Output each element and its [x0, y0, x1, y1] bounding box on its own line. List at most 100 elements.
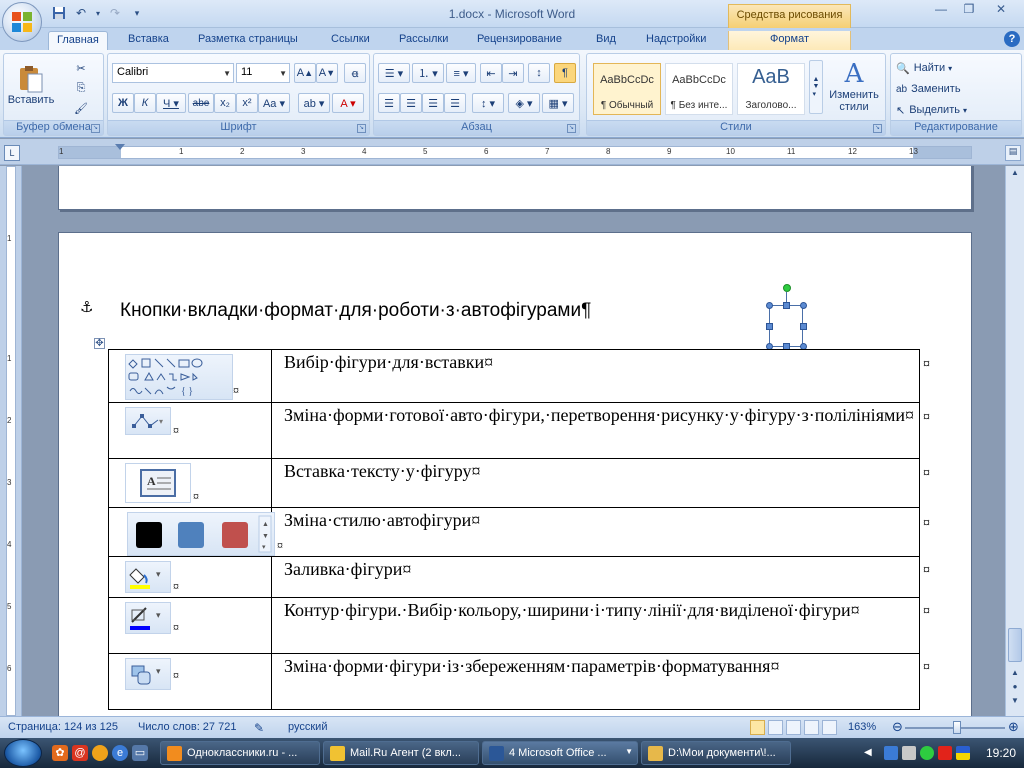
quick-launch-icon[interactable]: ✿	[52, 745, 68, 761]
first-line-indent-marker[interactable]	[115, 144, 125, 150]
volume-icon[interactable]	[902, 746, 916, 760]
table-cell-icon[interactable]: ▲ ▼ ▾ ¤	[108, 507, 283, 557]
change-styles-button[interactable]: A Изменить стили	[825, 56, 883, 116]
chrome-icon[interactable]	[92, 745, 108, 761]
selected-shape[interactable]	[769, 305, 803, 347]
tab-mailings[interactable]: Рассылки	[391, 31, 456, 50]
rotation-handle[interactable]	[783, 284, 791, 292]
tray-expand-icon[interactable]: ◀	[864, 747, 878, 761]
tab-view[interactable]: Вид	[588, 31, 624, 50]
styles-scroll-icon[interactable]: ▲ ▼ ▾	[809, 60, 823, 114]
cut-icon[interactable]: ✂	[70, 58, 92, 78]
style-normal[interactable]: AaBbCcDc ¶ Обычный	[593, 63, 661, 115]
font-launcher-icon[interactable]: ↘	[357, 124, 366, 133]
font-color-icon[interactable]: A ▾	[332, 93, 364, 113]
font-size-combo[interactable]: 11 ▼	[236, 63, 290, 83]
tab-review[interactable]: Рецензирование	[469, 31, 570, 50]
multilevel-list-icon[interactable]: ≡ ▾	[446, 63, 476, 83]
mail-quick-launch-icon[interactable]: @	[72, 745, 88, 761]
zoom-level[interactable]: 163%	[848, 721, 876, 733]
resize-handle[interactable]	[783, 302, 790, 309]
tab-format[interactable]: Формат	[728, 31, 851, 50]
proofing-icon[interactable]: ✎	[254, 721, 264, 735]
word-count[interactable]: Число слов: 27 721	[138, 721, 236, 733]
table-cell-icon[interactable]: ▾ ¤	[108, 597, 272, 654]
minimize-icon[interactable]: —	[930, 2, 952, 18]
shrink-font-icon[interactable]: A ▼	[316, 63, 338, 83]
prev-page-icon[interactable]: ▲	[1008, 668, 1022, 682]
help-icon[interactable]: ?	[1004, 31, 1020, 47]
decrease-indent-icon[interactable]: ⇤	[480, 63, 502, 83]
restore-icon[interactable]: ❐	[958, 2, 980, 18]
icq-icon[interactable]	[920, 746, 934, 760]
table-move-handle[interactable]: ✥	[94, 338, 105, 349]
clock[interactable]: 19:20	[986, 746, 1016, 760]
tab-addins[interactable]: Надстройки	[638, 31, 714, 50]
table-cell-text[interactable]: Зміна·форми·готової·авто·фігури,·перетво…	[270, 402, 921, 459]
vertical-scrollbar[interactable]: ▲ ▲ ● ▼	[1005, 166, 1024, 716]
strikethrough-icon[interactable]: abe	[188, 93, 214, 113]
increase-indent-icon[interactable]: ⇥	[502, 63, 524, 83]
taskbar-item[interactable]: 4 Microsoft Office ... ▼	[482, 741, 638, 765]
vertical-ruler[interactable]: 1 1 2 3 4 5 6	[0, 166, 22, 716]
style-no-spacing[interactable]: AaBbCcDc ¶ Без инте...	[665, 63, 733, 115]
tab-references[interactable]: Ссылки	[323, 31, 378, 50]
subscript-icon[interactable]: x₂	[214, 93, 236, 113]
table-cell-icon[interactable]: { } ¤	[108, 349, 272, 403]
styles-launcher-icon[interactable]: ↘	[873, 124, 882, 133]
shading-icon[interactable]: ◈ ▾	[508, 93, 540, 113]
web-layout-icon[interactable]	[786, 720, 801, 735]
view-ruler-icon[interactable]: ▤	[1005, 145, 1021, 161]
table-cell-icon[interactable]: ▾ ¤	[108, 653, 272, 710]
table-cell-text[interactable]: Вибір·фігури·для·вставки¤	[270, 349, 921, 403]
close-icon[interactable]: ✕	[990, 2, 1012, 18]
table-cell-text[interactable]: Вставка·тексту·у·фігуру¤	[270, 458, 921, 508]
taskbar-item[interactable]: Одноклассники.ru - ...	[160, 741, 320, 765]
table-cell-text[interactable]: Контур·фігури.·Вибір·кольору,·ширини·і·т…	[270, 597, 921, 654]
resize-handle[interactable]	[766, 323, 773, 330]
paragraph-launcher-icon[interactable]: ↘	[567, 124, 576, 133]
change-case-icon[interactable]: Aa ▾	[258, 93, 290, 113]
page-count[interactable]: Страница: 124 из 125	[8, 721, 118, 733]
italic-icon[interactable]: К	[134, 93, 156, 113]
network-icon[interactable]	[884, 746, 898, 760]
office-button[interactable]	[2, 2, 42, 42]
clear-formatting-icon[interactable]: ꬰ	[344, 63, 366, 83]
zoom-out-icon[interactable]: ⊖	[892, 719, 903, 735]
grow-font-icon[interactable]: A ▲	[294, 63, 316, 83]
numbering-icon[interactable]: ⒈ ▾	[412, 63, 444, 83]
style-heading[interactable]: AaB Заголово...	[737, 63, 805, 115]
table-cell-text[interactable]: Зміна·форми·фігури·із·збереженням·параме…	[270, 653, 921, 710]
underline-icon[interactable]: Ч ▾	[156, 93, 186, 113]
find-button[interactable]: 🔍 Найти ▾	[895, 58, 985, 78]
borders-icon[interactable]: ▦ ▾	[542, 93, 574, 113]
tab-page-layout[interactable]: Разметка страницы	[190, 31, 306, 50]
show-marks-icon[interactable]: ¶	[554, 63, 576, 83]
full-screen-reading-icon[interactable]	[768, 720, 783, 735]
scrollbar-thumb[interactable]	[1008, 628, 1022, 662]
resize-handle[interactable]	[766, 302, 773, 309]
next-page-icon[interactable]: ▼	[1008, 696, 1022, 710]
table-cell-icon[interactable]: A ¤	[108, 458, 272, 508]
previous-page[interactable]	[58, 166, 972, 210]
horizontal-ruler[interactable]: 1 1 2 3 4 5 6 7 8 9 10 11 12 13	[58, 144, 972, 159]
tab-home[interactable]: Главная	[48, 31, 108, 50]
justify-icon[interactable]: ☰	[444, 93, 466, 113]
paste-button[interactable]: Вставить	[8, 56, 54, 114]
select-button[interactable]: ↖ Выделить ▾	[895, 100, 985, 120]
zoom-slider-knob[interactable]	[953, 721, 961, 734]
sort-icon[interactable]: ↕	[528, 63, 550, 83]
bold-icon[interactable]: Ж	[112, 93, 134, 113]
resize-handle[interactable]	[800, 302, 807, 309]
scroll-up-icon[interactable]: ▲	[1008, 168, 1022, 182]
table-cell-text[interactable]: Заливка·фігури¤	[270, 556, 921, 598]
resize-handle[interactable]	[800, 323, 807, 330]
tab-stop-selector[interactable]: L	[4, 145, 20, 161]
language[interactable]: русский	[288, 721, 327, 733]
taskbar-item[interactable]: D:\Мои документи\!...	[641, 741, 791, 765]
anchor-icon[interactable]: ⚓	[80, 298, 93, 316]
replace-button[interactable]: ab Заменить	[895, 79, 985, 99]
table-cell-text[interactable]: Зміна·стилю·автофігури¤	[270, 507, 921, 557]
superscript-icon[interactable]: x²	[236, 93, 258, 113]
table-cell-icon[interactable]: ▾ ¤	[108, 556, 272, 598]
